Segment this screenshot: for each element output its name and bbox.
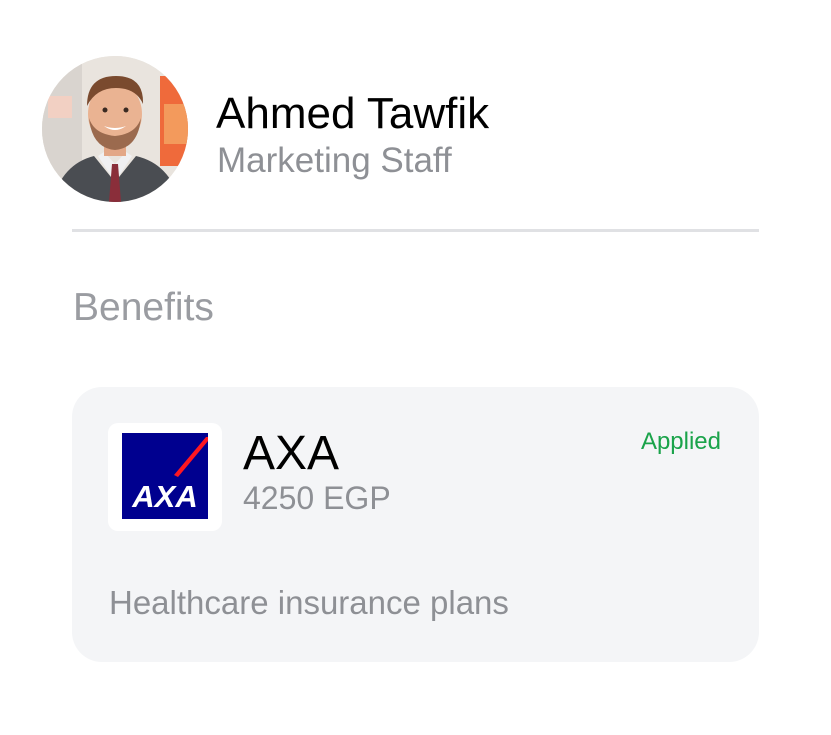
user-name: Ahmed Tawfik <box>216 89 490 138</box>
benefit-card[interactable]: AXA AXA 4250 EGP Applied Healthcare insu… <box>72 387 759 662</box>
provider-name: AXA <box>243 427 340 480</box>
axa-logo-text: AXA <box>131 479 197 514</box>
person-photo-icon <box>42 56 188 202</box>
axa-logo-icon: AXA <box>122 433 208 519</box>
provider-logo: AXA <box>108 423 222 531</box>
section-title: Benefits <box>73 286 214 329</box>
divider <box>72 229 759 232</box>
status-badge: Applied <box>640 428 721 455</box>
profile-header: Ahmed Tawfik Marketing Staff <box>0 0 831 210</box>
benefit-amount: 4250 EGP <box>243 480 391 516</box>
user-role: Marketing Staff <box>217 141 452 180</box>
benefit-description: Healthcare insurance plans <box>109 584 509 621</box>
avatar[interactable] <box>42 56 188 202</box>
